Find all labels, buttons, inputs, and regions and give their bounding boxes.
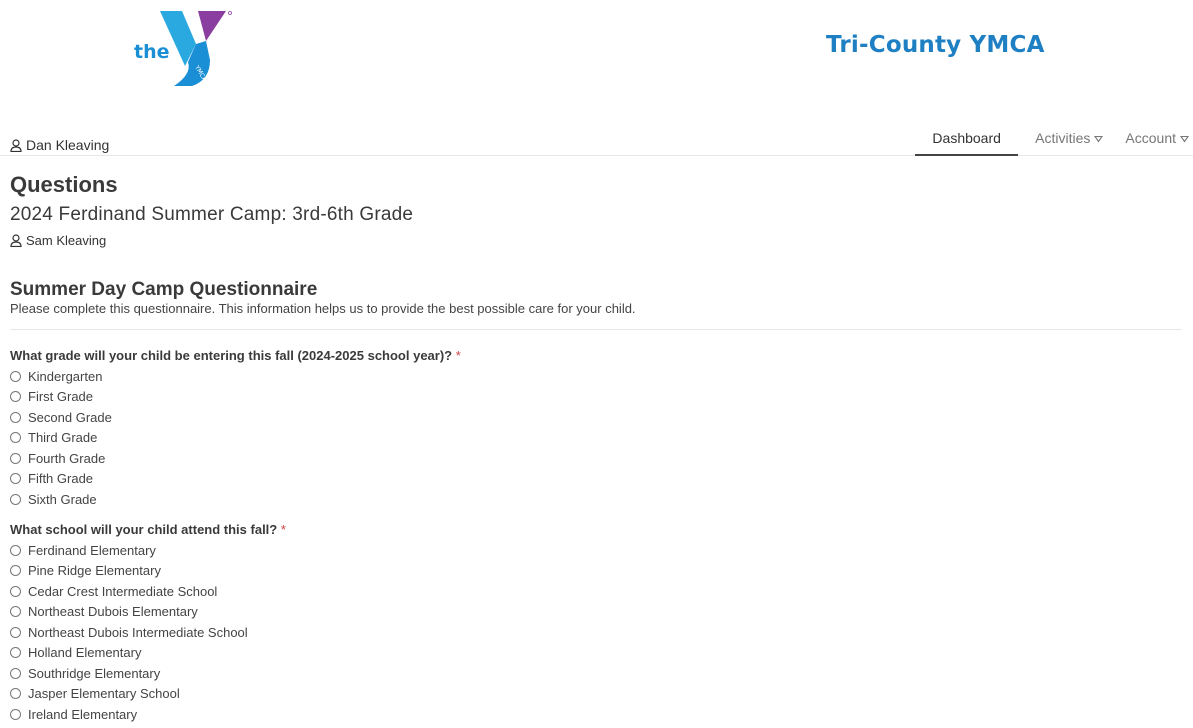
required-mark: *: [280, 522, 286, 537]
option-label: Sixth Grade: [28, 491, 97, 507]
option-label: Second Grade: [28, 409, 112, 425]
radio-option[interactable]: Second Grade: [10, 407, 461, 428]
caret-down-icon: [1180, 135, 1189, 143]
radio-option[interactable]: Kindergarten: [10, 366, 461, 387]
program-title: 2024 Ferdinand Summer Camp: 3rd-6th Grad…: [10, 204, 414, 225]
radio-option[interactable]: Fourth Grade: [10, 448, 461, 469]
option-label: Fifth Grade: [28, 471, 94, 487]
radio-button[interactable]: [10, 585, 21, 597]
radio-button[interactable]: [10, 667, 21, 679]
option-label: Northeast Dubois Elementary: [28, 604, 198, 620]
nav-account[interactable]: Account: [1125, 124, 1189, 156]
nav-account-label: Account: [1125, 130, 1176, 146]
option-label: Cedar Crest Intermediate School: [28, 583, 218, 599]
question-grade: What grade will your child be entering t…: [10, 346, 461, 510]
option-label: First Grade: [28, 389, 94, 405]
radio-button[interactable]: [10, 432, 21, 444]
radio-option[interactable]: First Grade: [10, 387, 461, 408]
question-label: What grade will your child be entering t…: [10, 346, 461, 366]
ymca-logo[interactable]: the YMCA: [130, 8, 240, 88]
option-label: Holland Elementary: [28, 645, 142, 661]
nav-dashboard-label: Dashboard: [932, 130, 1001, 146]
radio-button[interactable]: [10, 688, 21, 700]
questionnaire-title: Summer Day Camp Questionnaire: [10, 279, 318, 300]
logo-text: the: [134, 41, 170, 63]
participant-name: Sam Kleaving: [26, 233, 107, 248]
user-name: Dan Kleaving: [26, 137, 110, 153]
org-title: Tri-County YMCA: [826, 32, 1045, 58]
radio-option[interactable]: Sixth Grade: [10, 489, 461, 510]
option-label: Kindergarten: [28, 368, 103, 384]
option-label: Pine Ridge Elementary: [28, 563, 161, 579]
radio-button[interactable]: [10, 493, 21, 505]
radio-option[interactable]: Cedar Crest Intermediate School: [10, 581, 286, 602]
radio-option[interactable]: Holland Elementary: [10, 643, 286, 664]
question-text: What school will your child attend this …: [10, 522, 278, 537]
divider: [10, 329, 1182, 330]
caret-down-icon: [1094, 135, 1104, 143]
radio-button[interactable]: [10, 708, 21, 720]
option-label: Northeast Dubois Intermediate School: [28, 624, 248, 640]
radio-button[interactable]: [10, 370, 21, 382]
current-user[interactable]: Dan Kleaving: [10, 137, 109, 153]
option-label: Fourth Grade: [28, 450, 106, 466]
radio-button[interactable]: [10, 391, 21, 403]
question-label: What school will your child attend this …: [10, 520, 286, 540]
nav-activities-label: Activities: [1035, 130, 1091, 146]
radio-option[interactable]: Jasper Elementary School: [10, 684, 286, 705]
main-nav: Dashboard Activities Account: [915, 124, 1193, 156]
nav-dashboard[interactable]: Dashboard: [915, 124, 1019, 156]
question-school: What school will your child attend this …: [10, 520, 286, 725]
question-text: What grade will your child be entering t…: [10, 348, 453, 363]
radio-option[interactable]: Northeast Dubois Intermediate School: [10, 622, 286, 643]
top-bar: Dan Kleaving Dashboard Activities Accoun…: [0, 124, 1193, 156]
nav-activities[interactable]: Activities: [1035, 124, 1104, 156]
radio-button[interactable]: [10, 411, 21, 423]
radio-option[interactable]: Ireland Elementary: [10, 704, 286, 725]
required-mark: *: [455, 348, 461, 363]
option-label: Ireland Elementary: [28, 706, 138, 722]
participant: Sam Kleaving: [10, 233, 106, 248]
radio-button[interactable]: [10, 473, 21, 485]
option-label: Third Grade: [28, 430, 98, 446]
radio-button[interactable]: [10, 452, 21, 464]
radio-button[interactable]: [10, 647, 21, 659]
radio-option[interactable]: Ferdinand Elementary: [10, 540, 286, 561]
option-label: Southridge Elementary: [28, 665, 161, 681]
page-title: Questions: [10, 172, 118, 197]
radio-button[interactable]: [10, 544, 21, 556]
radio-option[interactable]: Northeast Dubois Elementary: [10, 602, 286, 623]
radio-option[interactable]: Fifth Grade: [10, 469, 461, 490]
radio-button[interactable]: [10, 606, 21, 618]
questionnaire-description: Please complete this questionnaire. This…: [10, 301, 636, 316]
person-icon: [10, 234, 22, 247]
user-icon: [10, 138, 22, 152]
radio-option[interactable]: Southridge Elementary: [10, 663, 286, 684]
radio-button[interactable]: [10, 565, 21, 577]
radio-option[interactable]: Pine Ridge Elementary: [10, 561, 286, 582]
option-label: Jasper Elementary School: [28, 686, 180, 702]
radio-option[interactable]: Third Grade: [10, 428, 461, 449]
radio-button[interactable]: [10, 626, 21, 638]
option-label: Ferdinand Elementary: [28, 542, 156, 558]
